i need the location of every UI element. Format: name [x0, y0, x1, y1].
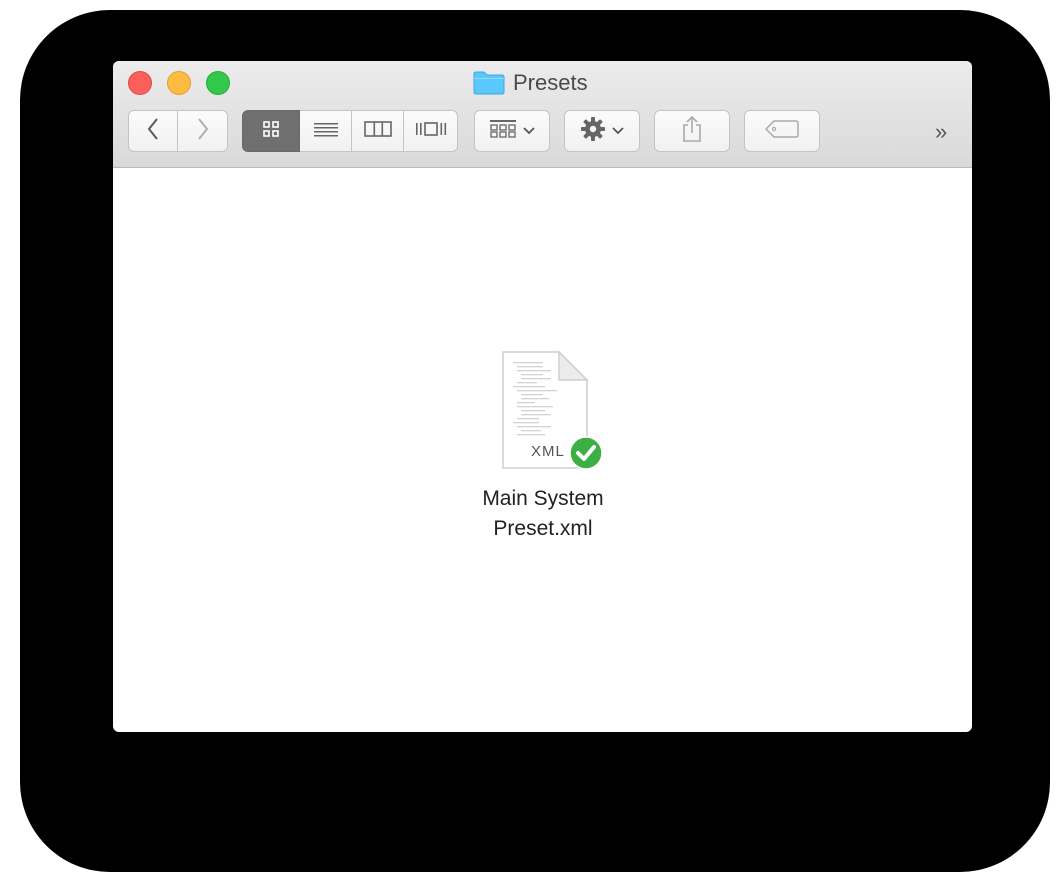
- share-icon: [681, 115, 703, 148]
- file-name-label: Main System Preset.xml: [443, 484, 643, 544]
- file-name-line-2: Preset.xml: [493, 517, 593, 540]
- cover-flow-icon: [415, 120, 447, 143]
- list-view-button[interactable]: [300, 110, 352, 152]
- arrange-grid-icon: [489, 119, 517, 144]
- folder-icon: [473, 71, 505, 95]
- arrange-button[interactable]: [474, 110, 550, 152]
- chevron-left-icon: [146, 117, 160, 146]
- view-mode-segment: [242, 110, 458, 152]
- list-icon: [313, 120, 339, 143]
- back-button[interactable]: [128, 110, 178, 152]
- column-view-button[interactable]: [352, 110, 404, 152]
- icon-view-button[interactable]: [242, 110, 300, 152]
- forward-button[interactable]: [178, 110, 228, 152]
- nav-buttons: [128, 110, 228, 152]
- file-item[interactable]: XML Main System Preset.xml: [443, 348, 643, 544]
- action-button[interactable]: [564, 110, 640, 152]
- share-button[interactable]: [654, 110, 730, 152]
- toolbar-overflow-button[interactable]: »: [935, 119, 947, 145]
- tag-icon: [764, 119, 799, 143]
- columns-icon: [363, 120, 392, 143]
- maximize-button[interactable]: [206, 71, 230, 95]
- chevron-down-icon: [523, 122, 535, 140]
- file-name-line-1: Main System: [482, 487, 604, 510]
- close-button[interactable]: [128, 71, 152, 95]
- chevron-down-icon: [612, 122, 624, 140]
- cover-flow-view-button[interactable]: [404, 110, 458, 152]
- title-bar: Presets »: [113, 61, 972, 168]
- window-title: Presets: [473, 69, 588, 97]
- grid-icon: [262, 120, 280, 143]
- minimize-button[interactable]: [167, 71, 191, 95]
- checkmark-badge-icon: [569, 436, 603, 475]
- finder-window: Presets » XML Main System Preset.xml: [113, 61, 972, 732]
- chevron-right-icon: [196, 117, 210, 146]
- file-type-label: XML: [531, 443, 565, 460]
- window-title-text: Presets: [513, 70, 588, 95]
- gear-icon: [580, 116, 606, 147]
- tags-button[interactable]: [744, 110, 820, 152]
- xml-file-icon: XML: [483, 348, 603, 478]
